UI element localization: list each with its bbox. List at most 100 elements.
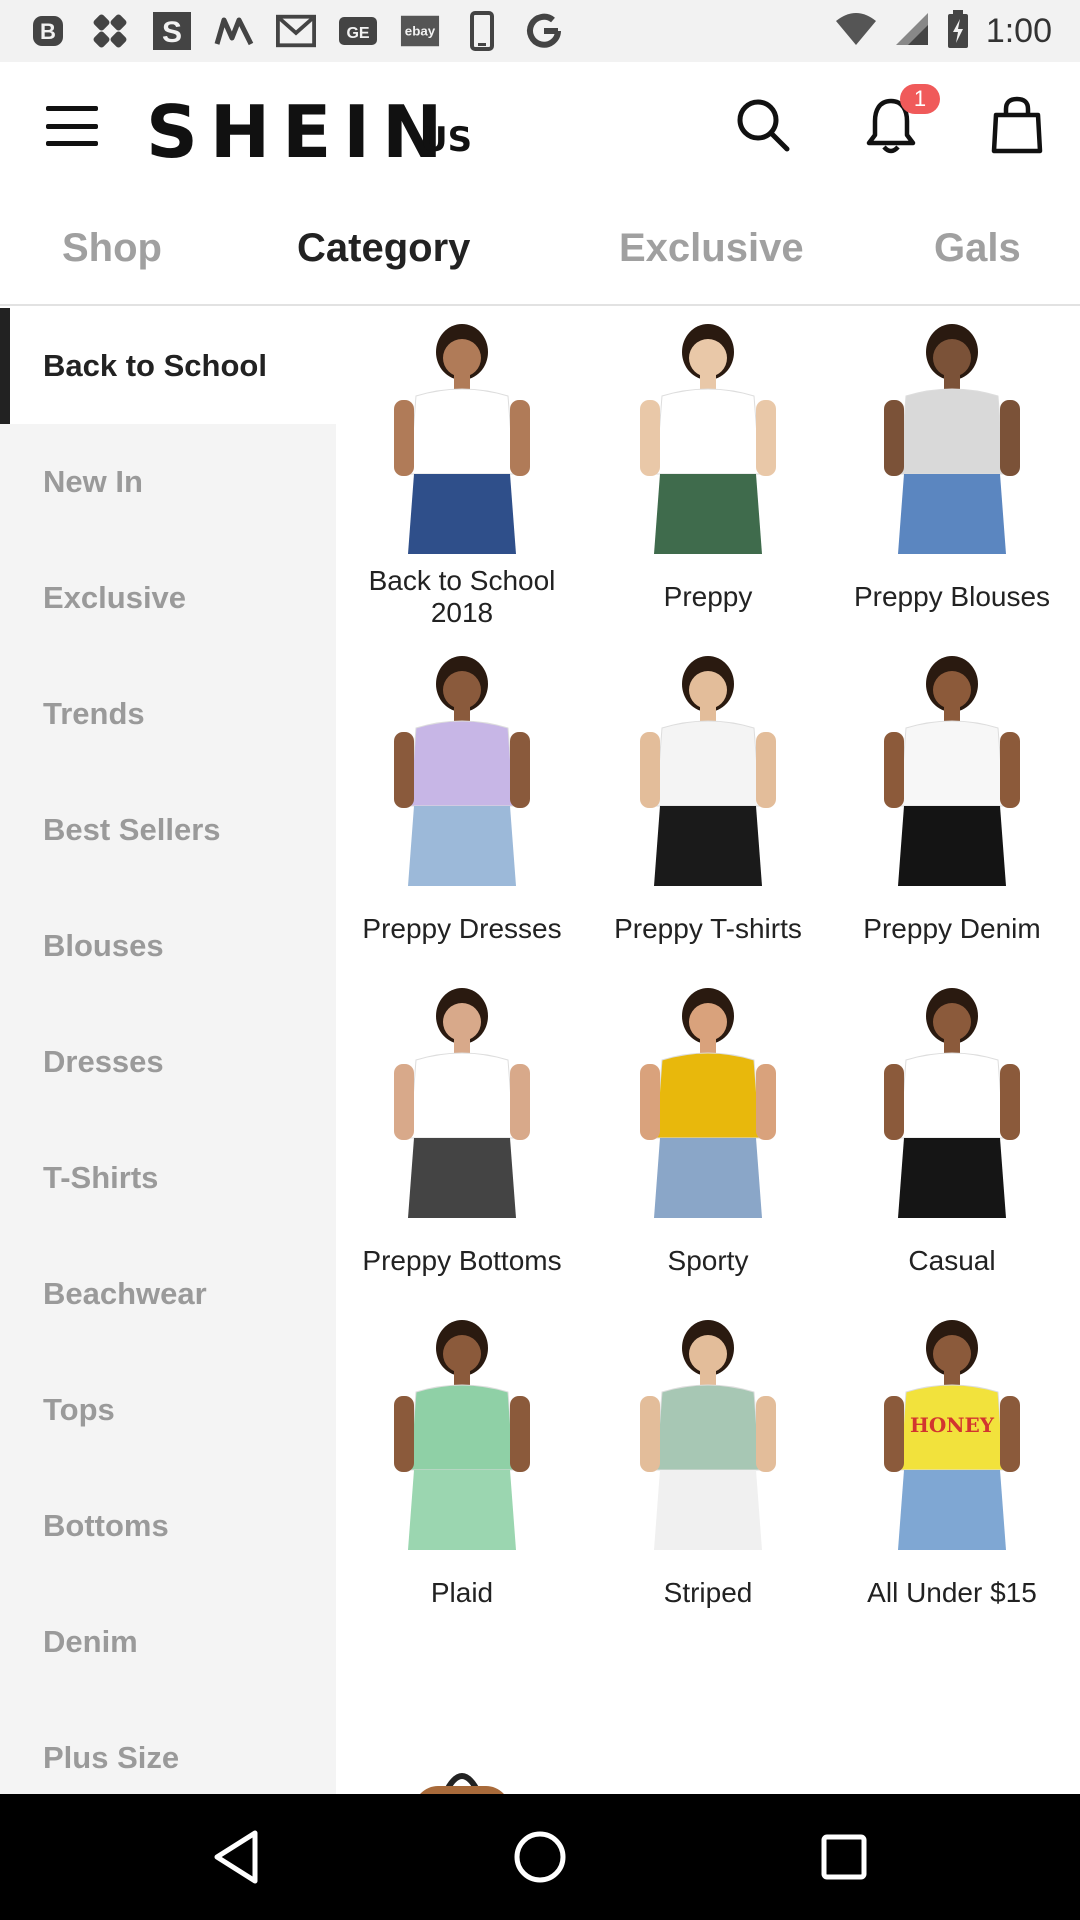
subcategory-thumbnail [854, 1646, 1050, 1794]
ebay-icon: ebay [400, 11, 440, 51]
sidebar-item-bottoms[interactable]: Bottoms [0, 1468, 336, 1584]
system-nav-bar [0, 1794, 1080, 1920]
subcategory-tile[interactable]: Back to School 2018 [340, 308, 584, 638]
search-button[interactable] [728, 90, 798, 160]
subcategory-grid[interactable]: Back to School 2018 Preppy Preppy Blouse… [336, 308, 1080, 1794]
subcategory-thumbnail [364, 318, 560, 554]
cart-button[interactable] [982, 90, 1052, 160]
notification-icons: B S GE ebay [28, 11, 564, 51]
subcategory-tile[interactable]: HONEY All Under $15 [830, 1304, 1074, 1634]
notification-badge: 1 [900, 84, 940, 114]
subcategory-thumbnail [364, 650, 560, 886]
tab-exclusive[interactable]: Exclusive [619, 226, 804, 271]
svg-text:B: B [40, 19, 56, 44]
subcategory-label: Preppy Dresses [362, 913, 562, 944]
sidebar-item-denim[interactable]: Denim [0, 1584, 336, 1700]
signal-icon [894, 11, 930, 52]
hamburger-line [46, 123, 98, 129]
subcategory-label: Plaid [430, 1577, 494, 1608]
m-app-icon [214, 11, 254, 51]
subcategory-thumbnail [610, 982, 806, 1218]
subcategory-tile[interactable]: Preppy Denim [830, 640, 1074, 970]
sidebar-item-back-to-school[interactable]: Back to School [0, 308, 336, 424]
sidebar-item-blouses[interactable]: Blouses [0, 888, 336, 1004]
category-tabs: Shop Category Exclusive Gals [0, 192, 1080, 306]
subcategory-tile[interactable] [340, 1636, 584, 1794]
tab-category[interactable]: Category [297, 226, 470, 271]
subcategory-tile[interactable]: Preppy Dresses [340, 640, 584, 970]
subcategory-tile[interactable]: Preppy [586, 308, 830, 638]
sidebar-item-beachwear[interactable]: Beachwear [0, 1236, 336, 1352]
subcategory-tile[interactable] [586, 1636, 830, 1794]
subcategory-tile[interactable]: Sporty [586, 972, 830, 1302]
subcategory-thumbnail [610, 318, 806, 554]
clock: 1:00 [985, 11, 1052, 50]
subcategory-thumbnail: HONEY [854, 1314, 1050, 1550]
subcategory-label: Casual [908, 1245, 996, 1276]
subcategory-label: Striped [663, 1577, 753, 1608]
subcategory-thumbnail [610, 1314, 806, 1550]
subcategory-thumbnail [364, 1314, 560, 1550]
back-icon [214, 1830, 258, 1884]
sidebar-item-best-sellers[interactable]: Best Sellers [0, 772, 336, 888]
sidebar-item-plus-size[interactable]: Plus Size [0, 1700, 336, 1794]
gmail-icon [276, 11, 316, 51]
subcategory-label: Preppy [663, 581, 753, 612]
subcategory-label: Preppy Bottoms [362, 1245, 562, 1276]
dropbox-icon [90, 11, 130, 51]
phone-icon [462, 11, 502, 51]
status-bar: B S GE ebay 1:00 [0, 0, 1080, 62]
sidebar-item-trends[interactable]: Trends [0, 656, 336, 772]
subcategory-tile[interactable]: Casual [830, 972, 1074, 1302]
category-sidebar[interactable]: Back to School New In Exclusive Trends B… [0, 308, 336, 1794]
ge-label: GE [346, 25, 369, 42]
subcategory-thumbnail [610, 1646, 806, 1794]
tab-gals[interactable]: Gals [934, 226, 1021, 271]
subcategory-thumbnail [854, 318, 1050, 554]
subcategory-thumbnail [364, 982, 560, 1218]
recents-icon [821, 1834, 867, 1880]
sidebar-item-dresses[interactable]: Dresses [0, 1004, 336, 1120]
b-app-icon: B [28, 11, 68, 51]
wifi-icon [834, 11, 878, 52]
subcategory-tile[interactable] [830, 1636, 1074, 1794]
subcategory-label: Preppy Blouses [853, 581, 1051, 612]
google-icon [524, 11, 564, 51]
ge-app-icon: GE [338, 11, 378, 51]
system-status: 1:00 [834, 9, 1052, 54]
back-button[interactable] [203, 1824, 269, 1890]
shopping-bag-icon [991, 96, 1043, 154]
subcategory-label: Preppy Denim [863, 913, 1041, 944]
hamburger-line [46, 106, 98, 111]
search-icon [737, 99, 790, 152]
sidebar-item-exclusive[interactable]: Exclusive [0, 540, 336, 656]
ebay-label: ebay [405, 24, 436, 39]
subcategory-label: Back to School 2018 [368, 565, 556, 628]
subcategory-tile[interactable]: Plaid [340, 1304, 584, 1634]
brand-logo[interactable]: SHEIN [146, 90, 454, 174]
subcategory-tile[interactable]: Preppy Bottoms [340, 972, 584, 1302]
subcategory-label: Sporty [667, 1245, 749, 1276]
app-header: SHEIN US 1 [0, 62, 1080, 192]
sidebar-item-tops[interactable]: Tops [0, 1352, 336, 1468]
sidebar-item-new-in[interactable]: New In [0, 424, 336, 540]
subcategory-thumbnail [364, 1646, 560, 1794]
recents-button[interactable] [811, 1824, 877, 1890]
s-app-icon: S [152, 11, 192, 51]
sidebar-item-t-shirts[interactable]: T-Shirts [0, 1120, 336, 1236]
subcategory-label: All Under $15 [867, 1577, 1037, 1608]
subcategory-thumbnail [610, 650, 806, 886]
hamburger-line [46, 141, 98, 146]
notifications-button[interactable]: 1 [856, 84, 940, 160]
menu-button[interactable] [46, 106, 98, 146]
subcategory-tile[interactable]: Preppy T-shirts [586, 640, 830, 970]
subcategory-tile[interactable]: Preppy Blouses [830, 308, 1074, 638]
tab-shop[interactable]: Shop [62, 226, 162, 271]
subcategory-tile[interactable]: Striped [586, 1304, 830, 1634]
region-label: US [420, 120, 473, 160]
home-button[interactable] [507, 1824, 573, 1890]
subcategory-thumbnail [854, 650, 1050, 886]
svg-text:S: S [162, 16, 182, 49]
svg-text:HONEY: HONEY [910, 1413, 995, 1437]
home-icon [514, 1831, 566, 1883]
